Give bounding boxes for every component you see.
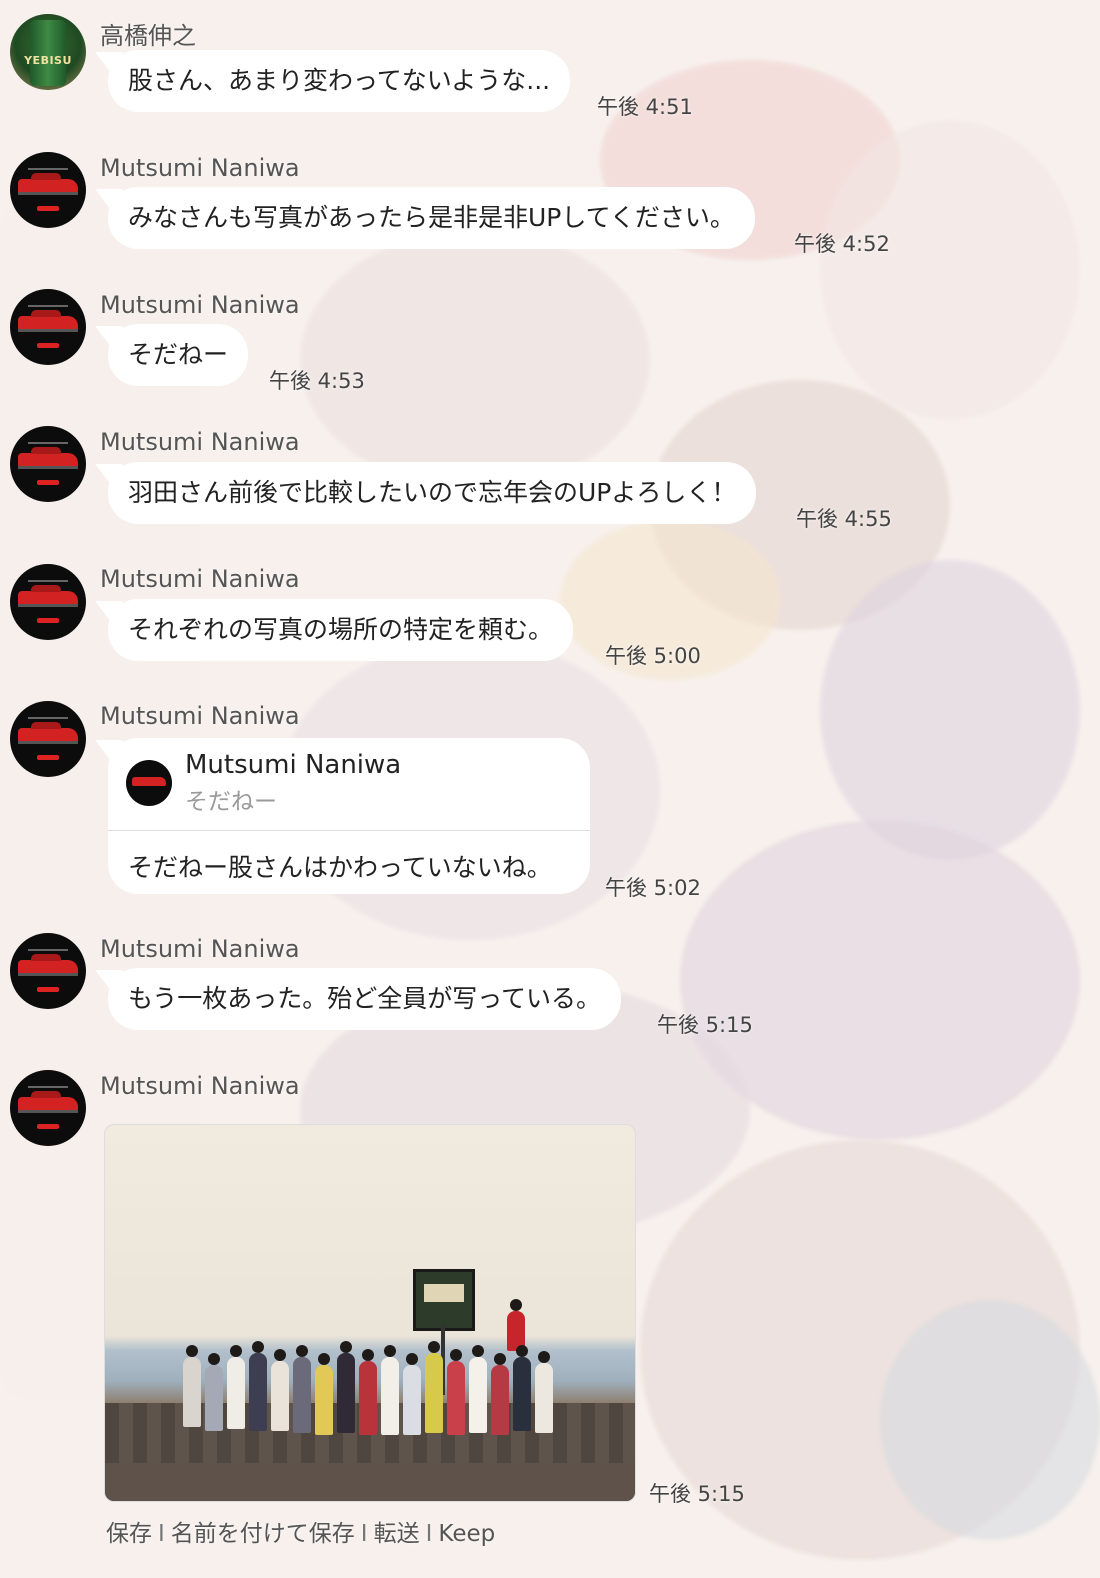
red-car-avatar-icon[interactable] bbox=[10, 289, 86, 365]
message-bubble[interactable]: そだねー bbox=[108, 324, 249, 386]
save-as-link[interactable]: 名前を付けて保存 bbox=[171, 1521, 355, 1547]
divider bbox=[108, 830, 590, 831]
separator: I bbox=[158, 1521, 165, 1547]
red-car-avatar-icon[interactable] bbox=[10, 152, 86, 228]
message-time: 午後 5:15 bbox=[649, 1482, 745, 1506]
image-action-bar: 保存 I 名前を付けて保存 I 転送 I Keep bbox=[106, 1514, 495, 1548]
keep-link[interactable]: Keep bbox=[438, 1521, 495, 1547]
sender-name: Mutsumi Naniwa bbox=[100, 1072, 300, 1100]
chat-thread[interactable]: YEBISU 高橋伸之 股さん、あまり変わってないような... 午後 4:51 … bbox=[0, 0, 1100, 1578]
message-time: 午後 4:52 bbox=[794, 232, 890, 256]
quoted-sender-name: Mutsumi Naniwa bbox=[185, 750, 402, 780]
sender-name: Mutsumi Naniwa bbox=[100, 935, 300, 963]
message-time: 午後 5:00 bbox=[605, 644, 701, 668]
quoted-text: そだねー bbox=[185, 789, 277, 815]
sender-name: Mutsumi Naniwa bbox=[100, 565, 300, 593]
message-bubble[interactable]: 羽田さん前後で比較したいので忘年会のUPよろしく！ bbox=[108, 462, 757, 524]
reply-message-bubble[interactable]: Mutsumi Naniwa そだねー そだねー股さんはかわっていないね。 bbox=[108, 738, 590, 894]
save-link[interactable]: 保存 bbox=[106, 1521, 152, 1547]
red-car-avatar-icon[interactable] bbox=[10, 701, 86, 777]
sender-name: 高橋伸之 bbox=[100, 22, 196, 50]
quoted-avatar-icon bbox=[126, 760, 172, 806]
sender-name: Mutsumi Naniwa bbox=[100, 428, 300, 456]
group-photo-image[interactable] bbox=[104, 1124, 636, 1502]
red-car-avatar-icon[interactable] bbox=[10, 426, 86, 502]
reply-text: そだねー股さんはかわっていないね。 bbox=[128, 853, 552, 882]
separator: I bbox=[360, 1521, 368, 1547]
message-bubble[interactable]: みなさんも写真があったら是非是非UPしてください。 bbox=[108, 187, 755, 249]
message-time: 午後 5:15 bbox=[657, 1013, 753, 1037]
red-car-avatar-icon[interactable] bbox=[10, 1070, 86, 1146]
message-time: 午後 5:02 bbox=[605, 876, 701, 900]
sender-name: Mutsumi Naniwa bbox=[100, 702, 300, 730]
sign-board bbox=[413, 1269, 475, 1331]
message-time: 午後 4:55 bbox=[796, 507, 892, 531]
red-car-avatar-icon[interactable] bbox=[10, 564, 86, 640]
yebisu-avatar-icon[interactable]: YEBISU bbox=[10, 14, 86, 90]
message-bubble[interactable]: それぞれの写真の場所の特定を頼む。 bbox=[108, 599, 574, 661]
message-bubble[interactable]: 股さん、あまり変わってないような... bbox=[108, 50, 571, 112]
forward-link[interactable]: 転送 bbox=[374, 1521, 420, 1547]
separator: I bbox=[425, 1521, 433, 1547]
sender-name: Mutsumi Naniwa bbox=[100, 154, 300, 182]
message-time: 午後 4:51 bbox=[597, 95, 693, 119]
message-time: 午後 4:53 bbox=[269, 369, 365, 393]
avatar-label: YEBISU bbox=[24, 54, 72, 67]
sender-name: Mutsumi Naniwa bbox=[100, 291, 300, 319]
red-car-avatar-icon[interactable] bbox=[10, 933, 86, 1009]
message-bubble[interactable]: もう一枚あった。殆ど全員が写っている。 bbox=[108, 968, 622, 1030]
